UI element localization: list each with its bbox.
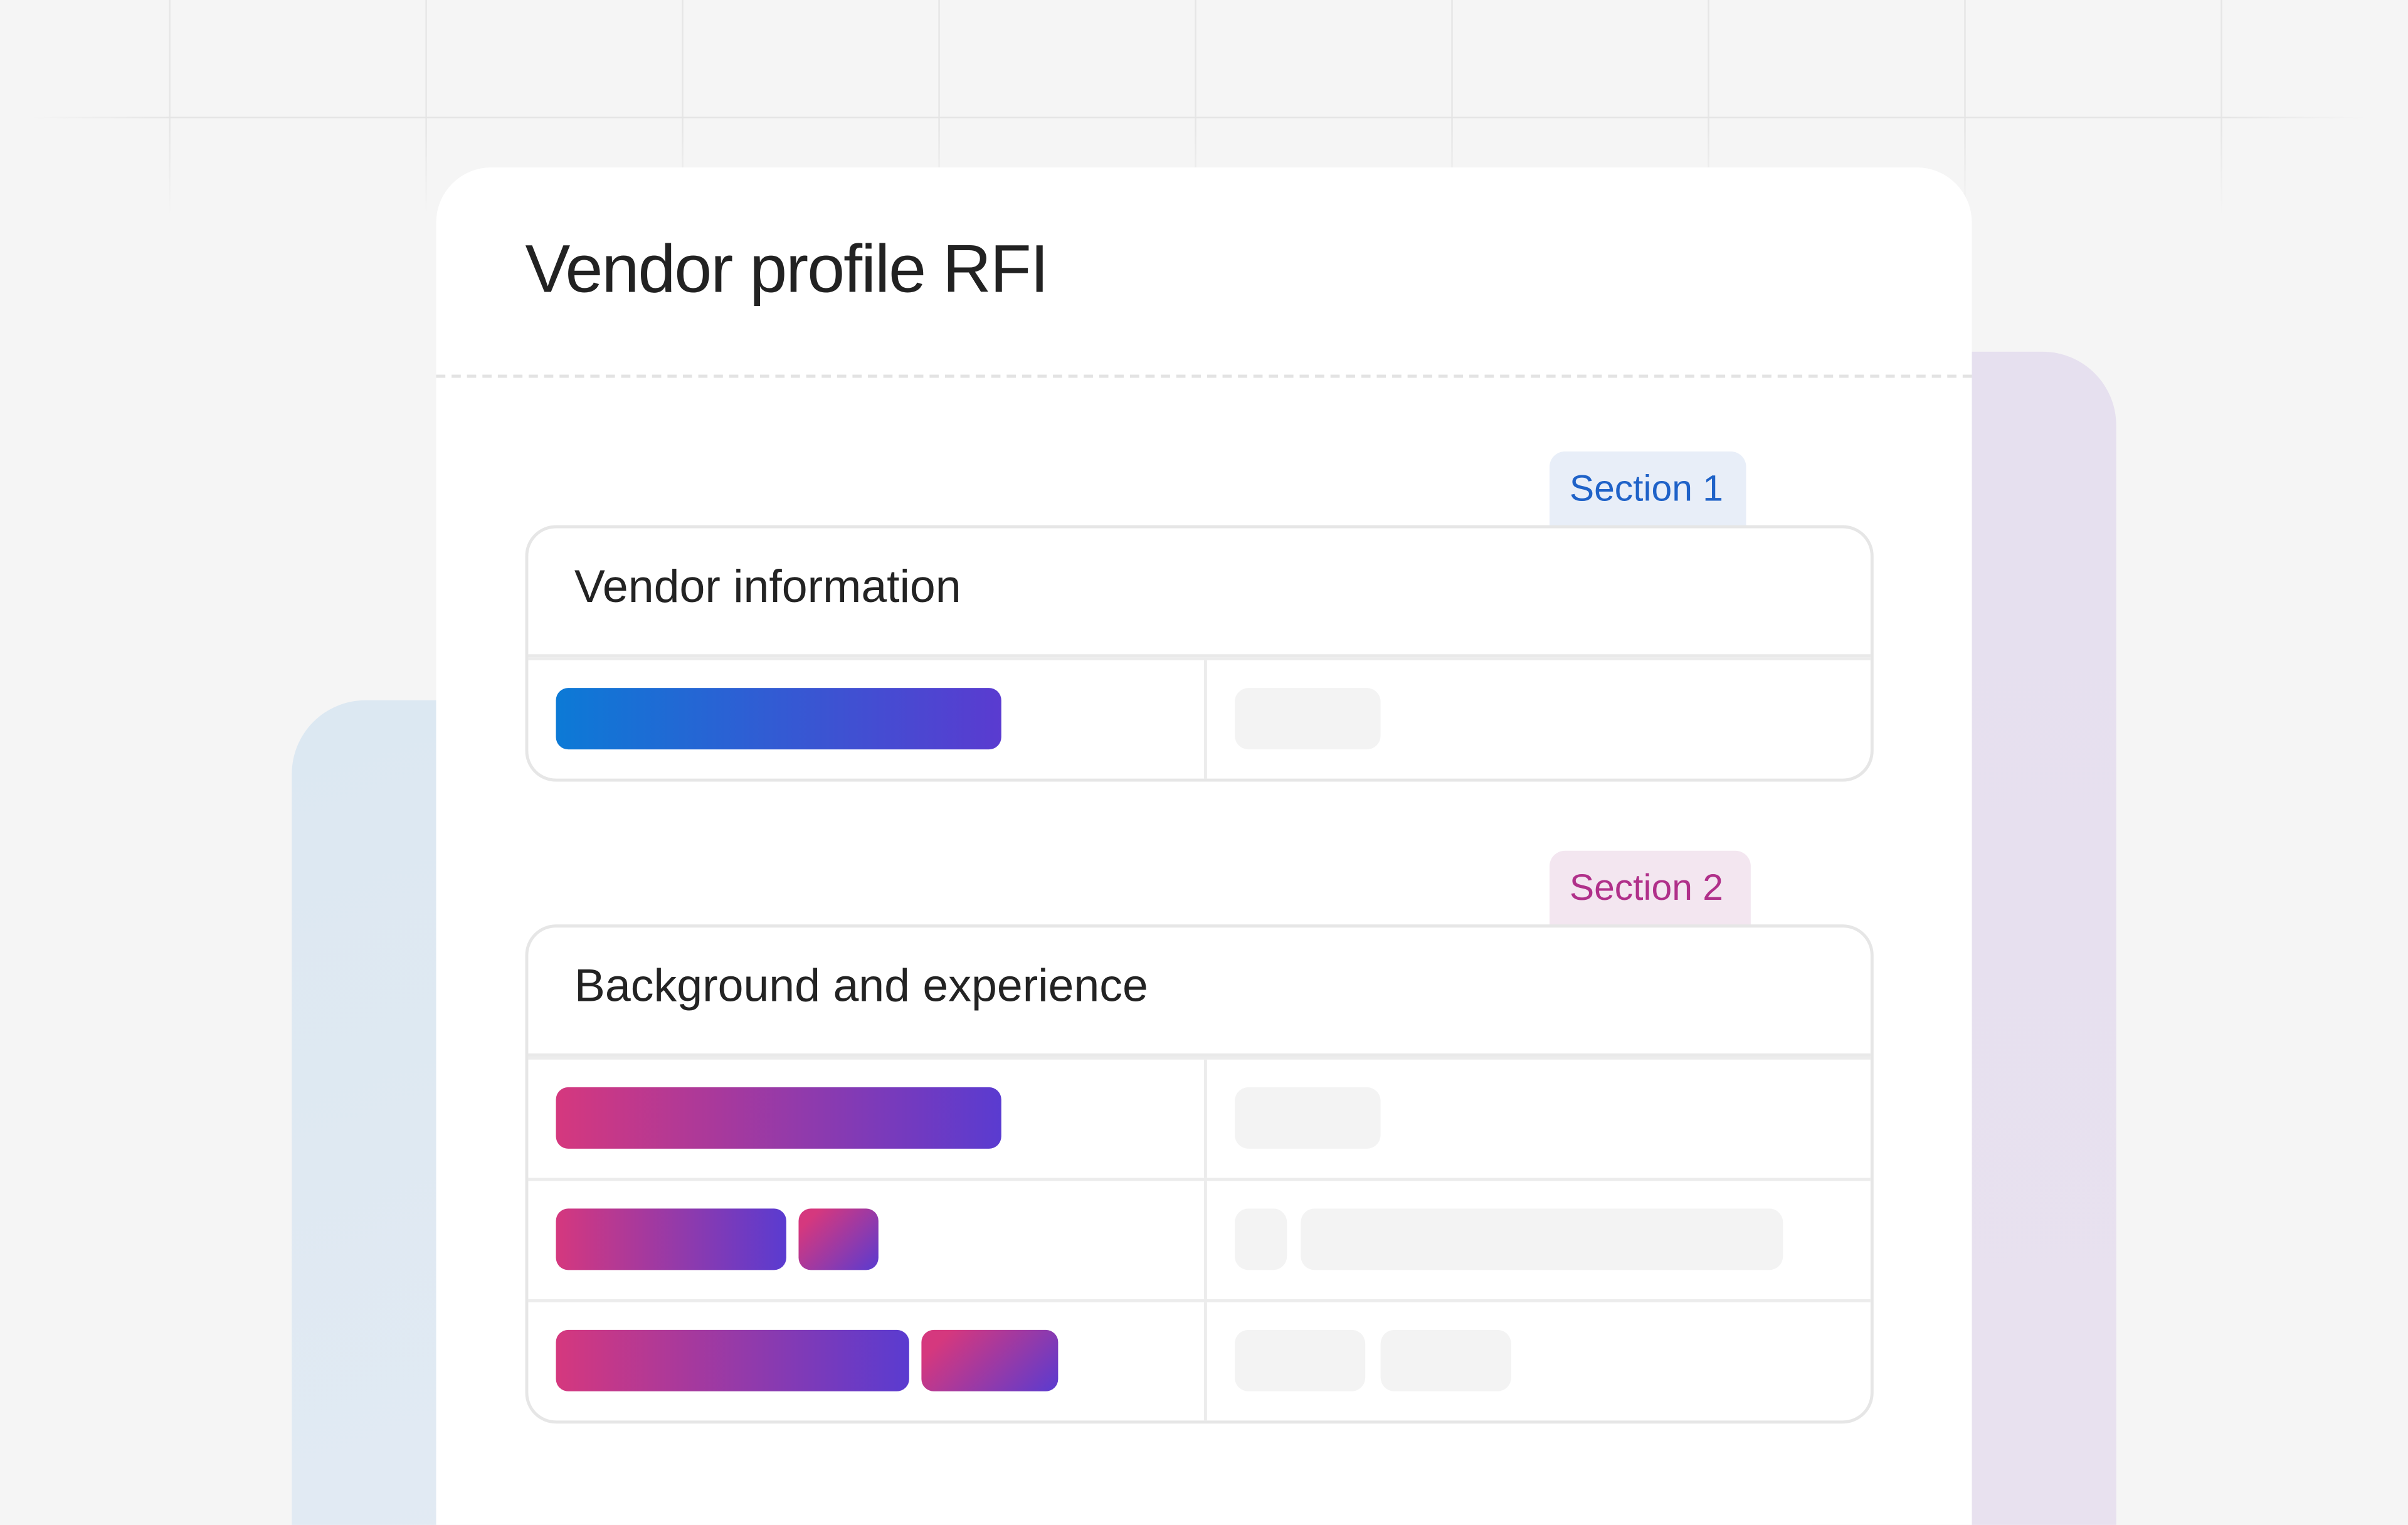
- question-placeholder: [556, 1208, 786, 1270]
- page-title: Vendor profile RFI: [525, 231, 1049, 307]
- section-title: Vendor information: [574, 562, 961, 613]
- section-vendor-information: Vendor information: [525, 525, 1874, 782]
- section-header: Vendor information: [528, 528, 1871, 658]
- question-placeholder: [921, 1329, 1059, 1391]
- section-background-and-experience: Background and experience: [525, 924, 1874, 1424]
- question-row[interactable]: [528, 1056, 1871, 1178]
- question-placeholder: [556, 688, 1001, 750]
- answer-placeholder[interactable]: [1301, 1208, 1783, 1270]
- grid-line: [425, 0, 427, 215]
- grid-line: [30, 117, 2365, 119]
- dashed-divider: [436, 374, 1972, 378]
- section-header: Background and experience: [528, 927, 1871, 1057]
- question-row[interactable]: [528, 1178, 1871, 1299]
- column-divider: [1204, 1059, 1207, 1178]
- question-placeholder: [798, 1208, 879, 1270]
- section-title: Background and experience: [574, 961, 1148, 1012]
- question-row[interactable]: [528, 657, 1871, 779]
- column-divider: [1204, 1181, 1207, 1299]
- illustration-stage: Vendor profile RFI Section 1 Vendor info…: [0, 0, 2408, 1525]
- question-placeholder: [556, 1329, 909, 1391]
- question-row[interactable]: [528, 1299, 1871, 1421]
- grid-line: [1964, 0, 1966, 215]
- answer-placeholder[interactable]: [1234, 1087, 1381, 1149]
- answer-placeholder[interactable]: [1234, 1208, 1287, 1270]
- answer-placeholder[interactable]: [1380, 1329, 1511, 1391]
- column-divider: [1204, 1302, 1207, 1421]
- column-divider: [1204, 660, 1207, 779]
- section-1-tag[interactable]: Section 1: [1550, 451, 1746, 529]
- answer-placeholder[interactable]: [1234, 688, 1381, 750]
- answer-placeholder[interactable]: [1234, 1329, 1366, 1391]
- grid-line: [2221, 0, 2222, 215]
- grid-line: [169, 0, 171, 215]
- rfi-card: Vendor profile RFI Section 1 Vendor info…: [436, 167, 1972, 1525]
- question-placeholder: [556, 1087, 1001, 1149]
- section-2-tag[interactable]: Section 2: [1550, 850, 1751, 928]
